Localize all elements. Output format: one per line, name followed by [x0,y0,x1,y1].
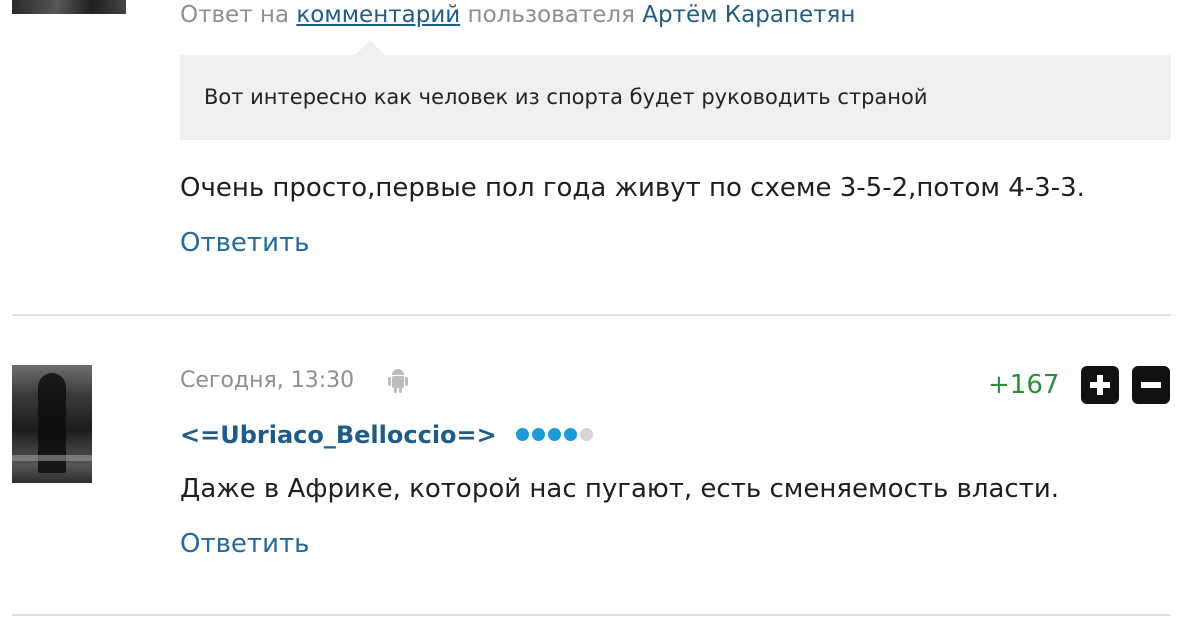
reply-middle: пользователя [467,2,635,28]
reply-button[interactable]: Ответить [180,225,309,261]
android-icon [388,369,408,393]
reply-to-line: Ответ на комментарий пользователя Артём … [180,0,855,30]
avatar[interactable] [12,365,92,483]
rank-dot-empty [580,428,593,441]
rank-dot [548,428,561,441]
comments-page: Ответ на комментарий пользователя Артём … [0,0,1200,630]
comment-body: Даже в Африке, которой нас пугают, есть … [180,474,1060,504]
user-rank-dots [516,428,616,442]
parent-comment-link[interactable]: комментарий [296,2,460,28]
quote-text: Вот интересно как человек из спорта буде… [204,85,928,109]
avatar-band [12,455,92,461]
comment-timestamp: Сегодня, 13:30 [180,368,355,393]
rank-dot [516,428,529,441]
downvote-button[interactable] [1132,366,1170,404]
comment-body: Очень просто,первые пол года живут по сх… [180,173,1085,203]
reply-button[interactable]: Ответить [180,526,309,562]
rank-dot [564,428,577,441]
quote-tail [354,40,386,56]
plus-icon-v [1097,375,1103,395]
minus-icon [1141,382,1161,388]
avatar[interactable] [12,0,126,14]
upvote-button[interactable] [1081,366,1119,404]
username-link[interactable]: <=Ubriaco_Belloccio=> [180,418,497,452]
divider [12,614,1171,616]
parent-user-link[interactable]: Артём Карапетян [642,2,855,28]
comment-score: +167 [988,370,1060,400]
rank-dot [532,428,545,441]
divider [12,314,1171,316]
quoted-comment: Вот интересно как человек из спорта буде… [180,55,1171,140]
reply-prefix: Ответ на [180,2,290,28]
